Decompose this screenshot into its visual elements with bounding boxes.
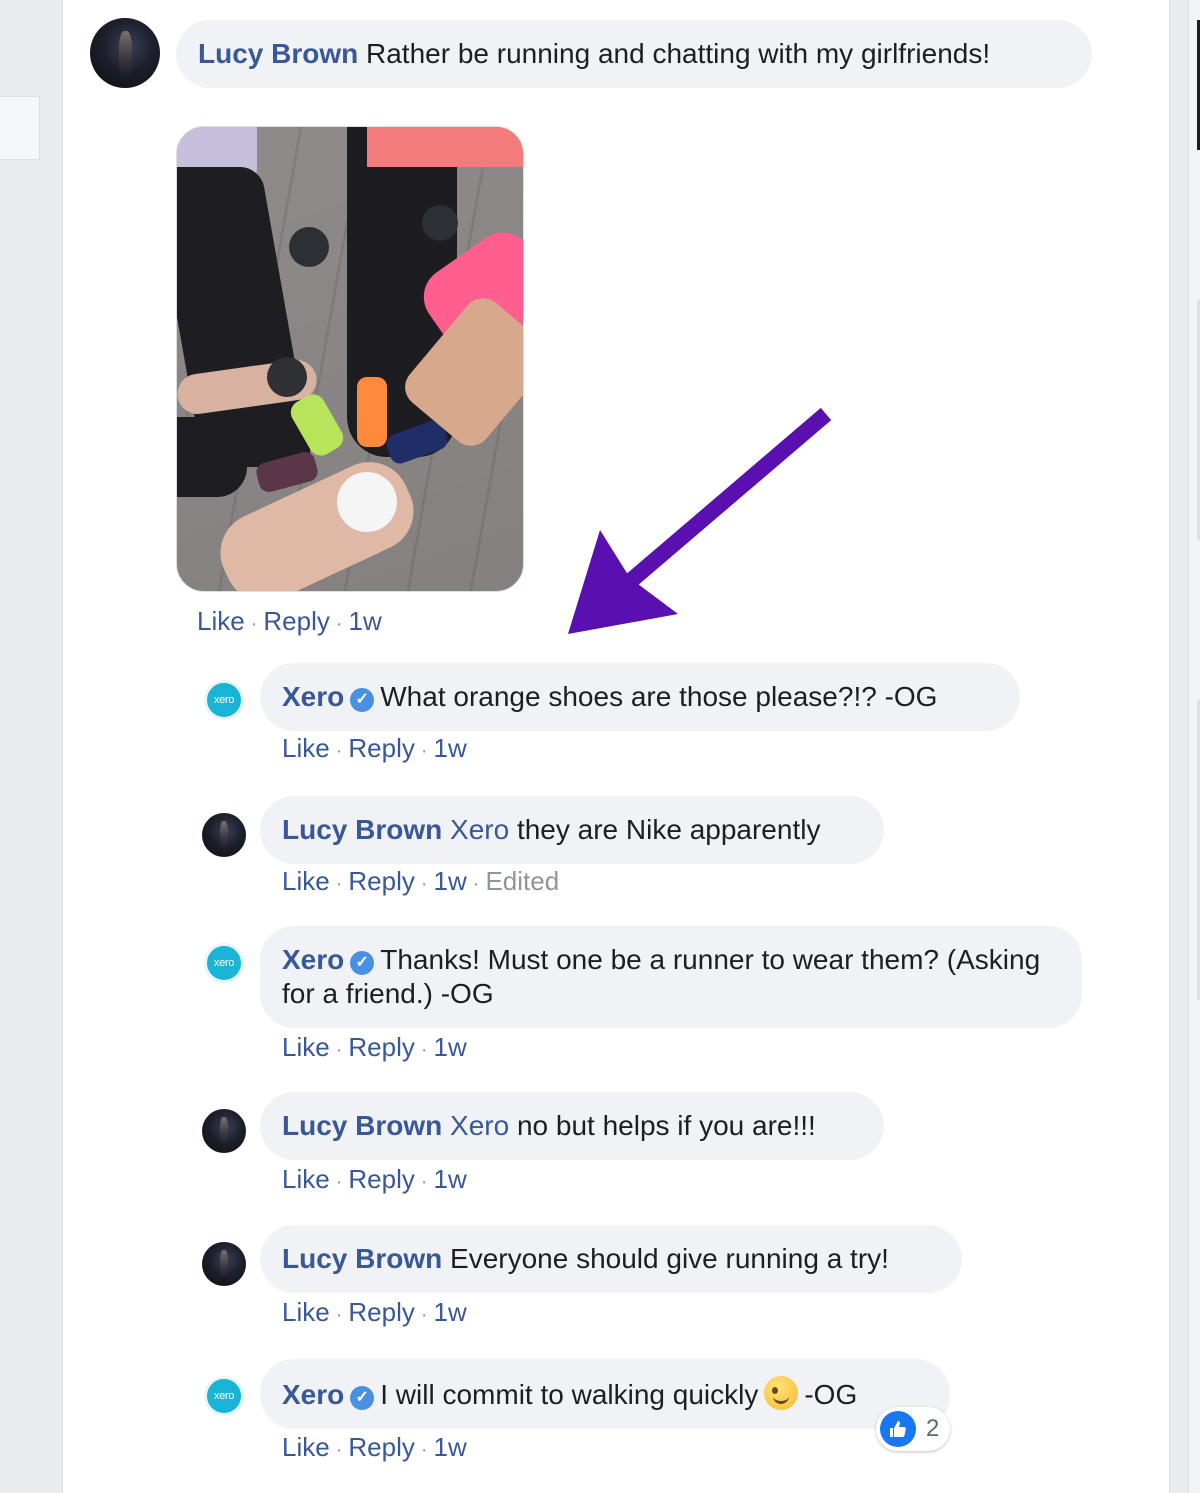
timestamp[interactable]: 1w — [434, 1032, 467, 1062]
xero-logo-text: xero — [213, 957, 235, 969]
mention-tag[interactable]: Xero — [450, 1110, 509, 1141]
comment-text: I will commit to walking quickly — [380, 1379, 759, 1410]
reply-bubble: Xero ✓ Thanks! Must one be a runner to wea… — [260, 926, 1082, 1028]
timestamp[interactable]: 1w — [434, 1164, 467, 1194]
mention-tag[interactable]: Xero — [450, 814, 509, 845]
winking-face-emoji-icon — [764, 1376, 799, 1410]
timestamp[interactable]: 1w — [349, 606, 382, 636]
comment-actions: Like · Reply · 1w — [197, 606, 382, 636]
reply-link[interactable]: Reply — [263, 606, 329, 636]
comment-bubble: Lucy Brown Rather be running and chattin… — [176, 20, 1092, 88]
reaction-count: 2 — [926, 1415, 940, 1442]
comment-text: they are Nike apparently — [516, 814, 821, 845]
avatar[interactable] — [202, 1109, 246, 1153]
like-link[interactable]: Like — [282, 1297, 330, 1327]
edited-label[interactable]: Edited — [485, 866, 559, 896]
like-link[interactable]: Like — [282, 733, 330, 763]
avatar[interactable] — [90, 18, 160, 88]
comment-actions: Like · Reply · 1w — [282, 1164, 467, 1194]
right-edge-scroll — [1188, 0, 1200, 1493]
reply-link[interactable]: Reply — [348, 1297, 414, 1327]
reply-link[interactable]: Reply — [348, 1164, 414, 1194]
comment-photo[interactable] — [176, 126, 524, 592]
timestamp[interactable]: 1w — [434, 1297, 467, 1327]
reply-bubble: Xero ✓ I will commit to walking quickly -OG — [260, 1359, 950, 1429]
author-name[interactable]: Xero — [282, 681, 344, 712]
reply-bubble: Xero ✓ What orange shoes are those please?… — [260, 663, 1020, 731]
comment-text: no but helps if you are!!! — [516, 1110, 816, 1141]
xero-logo[interactable]: xero — [204, 1376, 244, 1416]
xero-logo[interactable]: xero — [204, 943, 244, 983]
like-link[interactable]: Like — [282, 1164, 330, 1194]
like-link[interactable]: Like — [197, 606, 245, 636]
xero-logo[interactable]: xero — [204, 680, 244, 720]
avatar[interactable] — [202, 813, 246, 857]
timestamp[interactable]: 1w — [434, 866, 467, 896]
timestamp[interactable]: 1w — [434, 733, 467, 763]
xero-logo-text: xero — [213, 694, 235, 706]
comment-text: Rather be running and chatting with my g… — [366, 38, 991, 69]
reply-link[interactable]: Reply — [348, 1432, 414, 1462]
author-name[interactable]: Xero — [282, 1379, 344, 1410]
verified-badge-icon: ✓ — [350, 951, 375, 975]
reply-bubble: Lucy Brown Xero no but helps if you are!… — [260, 1092, 884, 1160]
timestamp[interactable]: 1w — [434, 1432, 467, 1462]
author-name[interactable]: Lucy Brown — [198, 38, 358, 69]
like-link[interactable]: Like — [282, 1432, 330, 1462]
author-name[interactable]: Lucy Brown — [282, 1243, 442, 1274]
verified-badge-icon: ✓ — [350, 688, 375, 712]
xero-logo-text: xero — [213, 1390, 235, 1402]
author-name[interactable]: Xero — [282, 944, 344, 975]
reaction-summary[interactable]: 2 — [876, 1407, 950, 1451]
like-link[interactable]: Like — [282, 1032, 330, 1062]
avatar[interactable] — [202, 1242, 246, 1286]
reply-link[interactable]: Reply — [348, 1032, 414, 1062]
author-name[interactable]: Lucy Brown — [282, 1110, 442, 1141]
annotation-arrow — [568, 407, 832, 634]
comment-text: Thanks! Must one be a runner to wear the… — [282, 944, 1041, 1009]
reply-link[interactable]: Reply — [348, 866, 414, 896]
reply-link[interactable]: Reply — [348, 733, 414, 763]
comment-actions: Like · Reply · 1w — [282, 1432, 467, 1462]
comment-actions: Like · Reply · 1w — [282, 1297, 467, 1327]
reply-bubble: Lucy Brown Everyone should give running … — [260, 1225, 962, 1293]
thumbs-up-icon — [880, 1411, 916, 1447]
comment-text: Everyone should give running a try! — [450, 1243, 889, 1274]
reply-bubble: Lucy Brown Xero they are Nike apparently — [260, 796, 884, 864]
comment-actions: Like · Reply · 1w · Edited — [282, 866, 560, 896]
comment-text: What orange shoes are those please?!? -O… — [380, 681, 938, 712]
like-link[interactable]: Like — [282, 866, 330, 896]
left-column-box — [0, 96, 40, 160]
author-name[interactable]: Lucy Brown — [282, 814, 442, 845]
comment-actions: Like · Reply · 1w — [282, 733, 467, 763]
verified-badge-icon: ✓ — [350, 1386, 375, 1410]
comment-text-end: -OG — [804, 1379, 858, 1410]
comment-actions: Like · Reply · 1w — [282, 1032, 467, 1062]
